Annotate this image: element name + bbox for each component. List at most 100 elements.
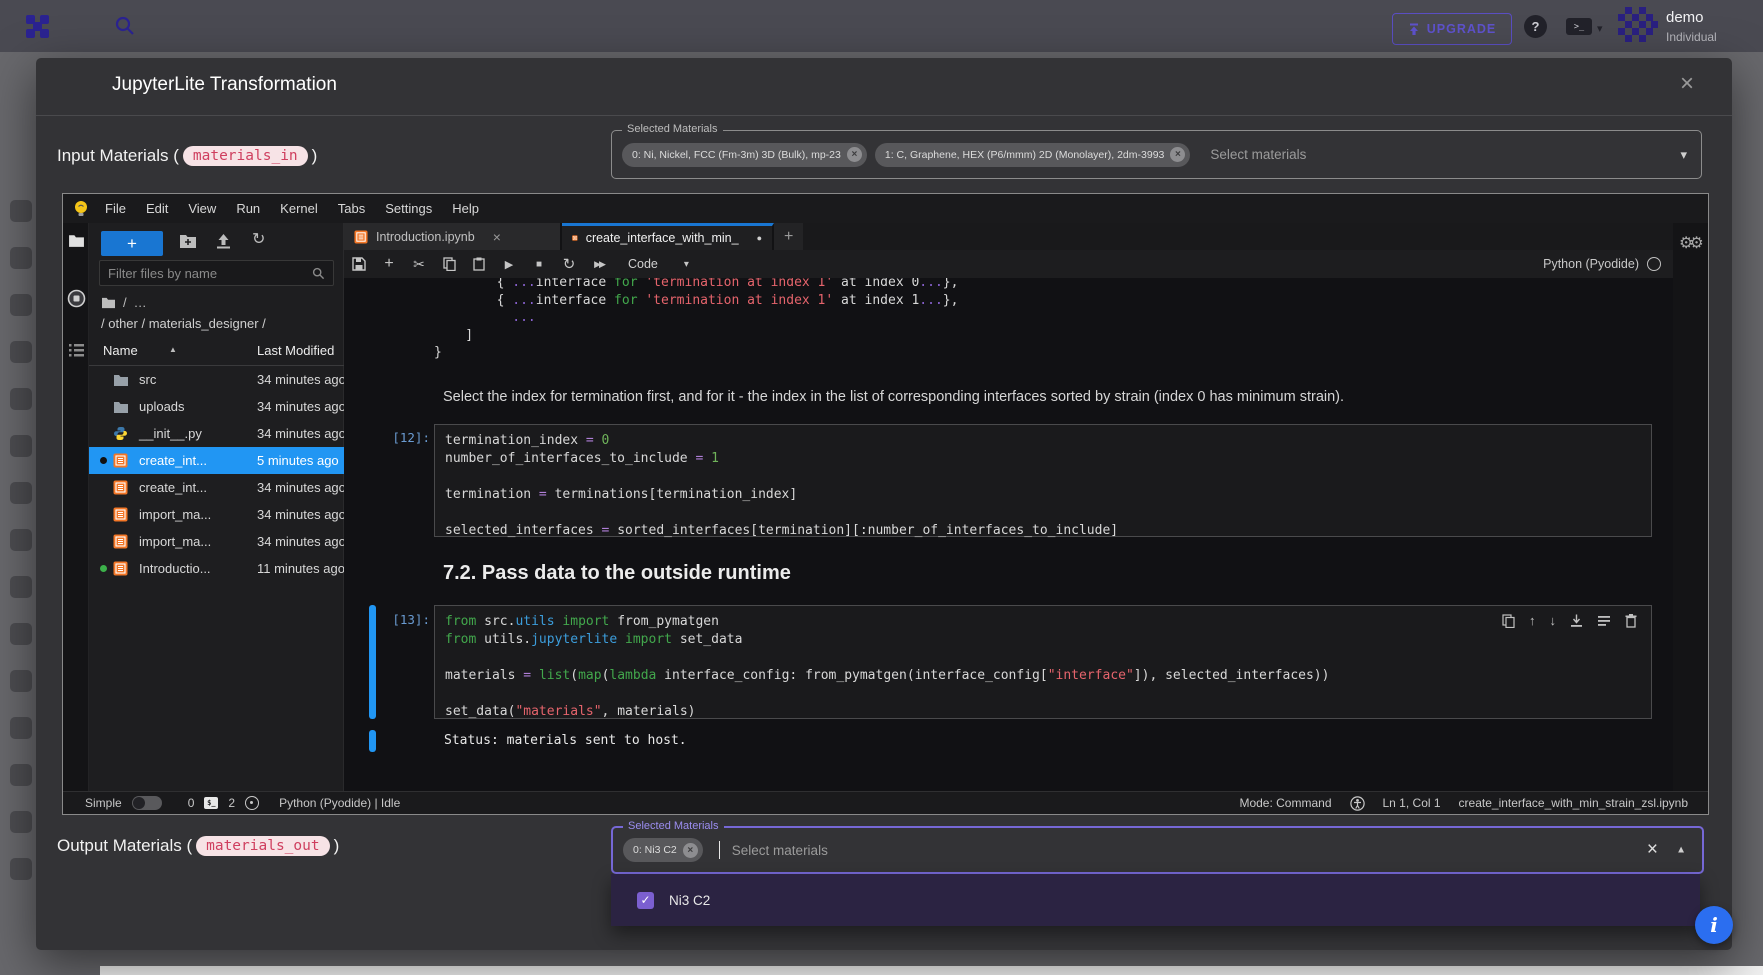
cell-input-prompt: [12]: [358, 430, 430, 445]
kernel-status-icon[interactable] [1647, 257, 1661, 271]
move-cell-down-icon[interactable]: ↓ [1550, 613, 1557, 628]
sort-ascending-icon[interactable]: ▲ [169, 345, 177, 354]
cut-cells-button[interactable]: ✂ [404, 256, 434, 273]
insert-cell-button[interactable]: + [374, 255, 404, 273]
save-button[interactable] [344, 257, 374, 271]
material-chip[interactable]: 0: Ni, Nickel, FCC (Fm-3m) 3D (Bulk), mp… [622, 143, 867, 167]
table-of-contents-tab-icon[interactable] [68, 343, 85, 358]
refresh-button[interactable]: ↻ [252, 229, 265, 249]
kernel-name[interactable]: Python (Pyodide) [1543, 257, 1639, 271]
file-row-import-ma-[interactable]: import_ma...34 minutes ago [89, 501, 344, 528]
section-heading[interactable]: 7.2. Pass data to the outside runtime [443, 562, 791, 585]
dropdown-option-ni3-c2[interactable]: ✓Ni3 C2 [611, 874, 1700, 926]
menu-tabs[interactable]: Tabs [328, 201, 375, 216]
insert-cell-below-icon[interactable] [1570, 614, 1583, 628]
console-caret-icon[interactable]: ▾ [1597, 22, 1603, 35]
menu-view[interactable]: View [178, 201, 226, 216]
file-row-uploads[interactable]: uploads34 minutes ago [89, 393, 344, 420]
paste-cells-button[interactable] [464, 257, 494, 271]
new-folder-button[interactable] [179, 233, 197, 249]
code-line: from utils.jupyterlite import set_data [445, 631, 1641, 649]
restart-kernel-button[interactable]: ↻ [554, 255, 584, 273]
chip-remove-icon[interactable]: × [683, 843, 698, 858]
code-cell-12[interactable]: termination_index = 0number_of_interface… [434, 424, 1652, 537]
file-row--init-py[interactable]: __init__.py34 minutes ago [89, 420, 344, 447]
search-icon[interactable] [114, 15, 136, 37]
input-materials-select[interactable]: Selected Materials 0: Ni, Nickel, FCC (F… [611, 130, 1702, 179]
chip-remove-icon[interactable]: × [847, 147, 862, 162]
user-name: demo [1666, 9, 1704, 26]
run-cell-button[interactable]: ▶ [494, 258, 524, 271]
menu-edit[interactable]: Edit [136, 201, 178, 216]
avatar[interactable] [1618, 7, 1658, 47]
output-select-placeholder[interactable]: Select materials [732, 843, 828, 858]
menu-file[interactable]: File [95, 201, 136, 216]
notebook-scroll-area[interactable]: { ...interface for 'termination at index… [344, 278, 1673, 794]
new-tab-button[interactable]: + [774, 223, 803, 250]
tab-close-icon[interactable]: × [493, 229, 501, 245]
kernels-icon[interactable] [245, 796, 259, 810]
file-row-src[interactable]: src34 minutes ago [89, 366, 344, 393]
menu-settings[interactable]: Settings [375, 201, 442, 216]
tab-label: create_interface_with_min_ [586, 231, 739, 245]
interrupt-kernel-button[interactable]: ■ [524, 259, 554, 270]
chip-remove-icon[interactable]: × [1170, 147, 1185, 162]
code-cell-13[interactable]: from src.utils import from_pymatgenfrom … [434, 605, 1652, 719]
breadcrumb-ellipsis[interactable]: … [134, 295, 147, 310]
copy-cells-button[interactable] [434, 257, 464, 271]
column-last-modified[interactable]: Last Modified [257, 343, 334, 358]
tab-introduction-ipynb[interactable]: Introduction.ipynb × [344, 223, 562, 250]
info-button[interactable]: i [1695, 906, 1733, 944]
menu-kernel[interactable]: Kernel [270, 201, 328, 216]
output-indicator[interactable] [369, 730, 376, 752]
menu-help[interactable]: Help [442, 201, 489, 216]
upload-button[interactable] [216, 233, 231, 249]
filter-search-icon [312, 267, 325, 280]
console-button[interactable]: >_ [1566, 18, 1592, 35]
column-name[interactable]: Name [103, 343, 138, 358]
checkbox-icon[interactable]: ✓ [637, 892, 654, 909]
simple-mode-toggle[interactable] [132, 796, 162, 810]
dialog-close-icon[interactable]: × [1680, 70, 1694, 98]
tab-create-interface-ipynb[interactable]: create_interface_with_min_ ● [562, 223, 774, 250]
upgrade-button[interactable]: UPGRADE [1392, 13, 1512, 45]
restart-run-all-button[interactable]: ▶▶ [584, 259, 614, 270]
input-select-placeholder[interactable]: Select materials [1210, 147, 1306, 162]
property-inspector-tab-icon[interactable]: ⚙⚙ [1679, 233, 1700, 253]
cell-type-select[interactable]: Code [628, 257, 658, 271]
clear-selection-icon[interactable]: × [1647, 839, 1658, 861]
help-button[interactable]: ? [1524, 15, 1547, 38]
input-select-dropdown-icon[interactable]: ▾ [1680, 147, 1687, 163]
terminals-icon[interactable]: $_ [204, 797, 218, 809]
output-materials-select[interactable]: Selected Materials 0: Ni3 C2× Select mat… [611, 826, 1704, 874]
markdown-cell-text[interactable]: Select the index for termination first, … [443, 389, 1344, 405]
running-sessions-tab-icon[interactable] [67, 289, 86, 308]
breadcrumb[interactable]: / … [101, 295, 147, 310]
delete-cell-icon[interactable] [1625, 614, 1637, 628]
filter-placeholder: Filter files by name [108, 266, 217, 281]
file-browser-tab-icon[interactable] [68, 233, 85, 248]
material-chip[interactable]: 0: Ni3 C2× [623, 838, 703, 862]
command-mode-indicator[interactable]: Mode: Command [1239, 796, 1331, 810]
cursor-position[interactable]: Ln 1, Col 1 [1383, 796, 1441, 810]
move-cell-up-icon[interactable]: ↑ [1529, 613, 1536, 628]
material-chip[interactable]: 1: C, Graphene, HEX (P6/mmm) 2D (Monolay… [875, 143, 1191, 167]
file-row-create-int-[interactable]: create_int...5 minutes ago [89, 447, 344, 474]
breadcrumb-current-path[interactable]: / other / materials_designer / [101, 316, 266, 331]
filter-files-input[interactable]: Filter files by name [99, 260, 334, 286]
brand-logo-icon[interactable] [26, 15, 35, 24]
kernel-status-text[interactable]: Python (Pyodide) | Idle [279, 796, 400, 810]
breadcrumb-root[interactable]: / [123, 295, 127, 310]
format-cell-icon[interactable] [1597, 615, 1611, 627]
file-row-import-ma-[interactable]: import_ma...34 minutes ago [89, 528, 344, 555]
cell-type-caret-icon[interactable]: ▾ [684, 259, 689, 270]
duplicate-cell-icon[interactable] [1502, 614, 1515, 628]
file-row-create-int-[interactable]: create_int...34 minutes ago [89, 474, 344, 501]
code-line: { ...interface for 'termination at index… [434, 278, 958, 292]
file-row-introductio-[interactable]: Introductio...11 minutes ago [89, 555, 344, 582]
collapse-dropdown-icon[interactable]: ▲ [1676, 845, 1686, 856]
accessibility-icon[interactable] [1350, 796, 1365, 811]
home-folder-icon[interactable] [101, 296, 116, 309]
new-launcher-button[interactable]: + [101, 231, 163, 256]
menu-run[interactable]: Run [226, 201, 270, 216]
